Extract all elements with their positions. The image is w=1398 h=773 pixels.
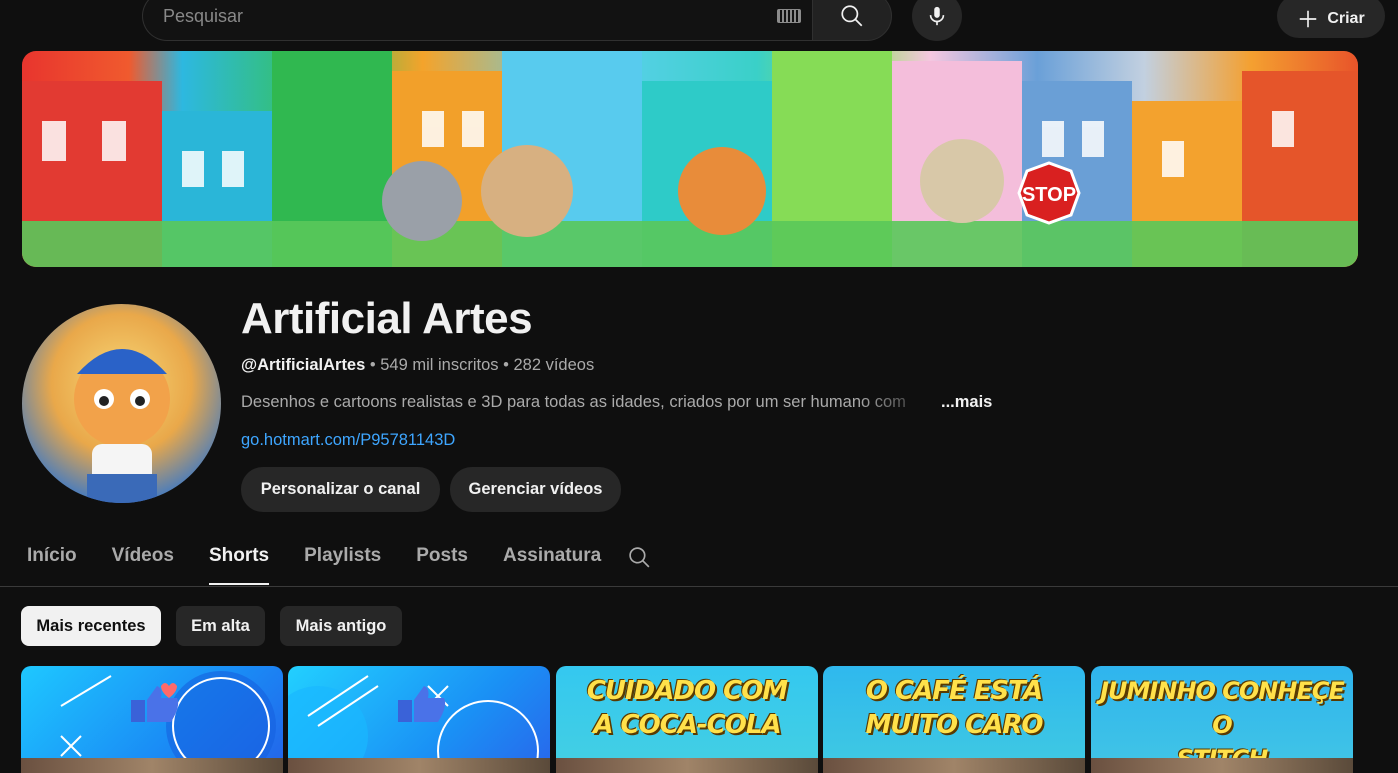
channel-name: Artificial Artes [241,294,533,343]
tab-inicio[interactable]: Início [27,545,77,585]
create-label: Criar [1327,10,1365,27]
thumbnail-image-strip [288,758,550,773]
channel-page: Pesquisar Criar STOP Artificial Artes @A… [0,0,1398,773]
subscriber-count: • 549 mil inscritos [365,356,499,374]
chip-em-alta[interactable]: Em alta [176,606,265,646]
chip-mais-recentes[interactable]: Mais recentes [21,606,161,646]
short-title: O CAFÉ ESTÁ MUITO CARO [865,676,1044,740]
avatar-illustration [74,349,170,503]
like-graphic [60,671,276,773]
channel-external-link[interactable]: go.hotmart.com/P95781143D [241,431,455,450]
chip-mais-antigo[interactable]: Mais antigo [280,606,402,646]
description-text: Desenhos e cartoons realistas e 3D para … [241,393,906,411]
thumbnail-image-strip [556,758,818,773]
tab-assinatura[interactable]: Assinatura [503,545,601,585]
create-button[interactable]: Criar [1277,0,1385,38]
channel-tabs: Início Vídeos Shorts Playlists Posts Ass… [27,545,636,585]
svg-text:STOP: STOP [1022,184,1076,206]
tab-posts[interactable]: Posts [416,545,468,585]
like-graphic [288,675,539,773]
tab-playlists[interactable]: Playlists [304,545,381,585]
tab-shorts[interactable]: Shorts [208,545,270,585]
channel-meta: @ArtificialArtes • 549 mil inscritos • 2… [241,356,594,375]
mic-icon [929,6,945,26]
video-count: • 282 vídeos [498,356,595,374]
search-icon [629,547,650,568]
search-button[interactable] [812,0,892,41]
personalize-channel-button[interactable]: Personalizar o canal [241,467,440,512]
banner-illustration: STOP [22,51,1358,267]
thumbnail-image-strip [1091,758,1353,773]
short-thumbnail[interactable] [288,666,550,773]
short-title: CUIDADO COM A COCA-COLA [586,676,788,740]
tabs-divider [0,586,1398,587]
short-thumbnail[interactable]: O CAFÉ ESTÁ MUITO CARO [823,666,1085,773]
channel-handle: @ArtificialArtes [241,356,366,374]
short-thumbnail[interactable]: CUIDADO COM A COCA-COLA [556,666,818,773]
short-thumbnail[interactable] [21,666,283,773]
keyboard-icon[interactable] [777,9,801,23]
search-input[interactable]: Pesquisar [142,0,813,41]
manage-videos-button[interactable]: Gerenciar vídeos [450,467,621,512]
plus-icon [1300,10,1317,28]
more-link[interactable]: ...mais [941,393,992,411]
search-placeholder: Pesquisar [163,6,244,26]
tab-videos[interactable]: Vídeos [112,545,174,585]
channel-search-button[interactable] [627,545,652,575]
search-icon [841,5,863,27]
voice-search-button[interactable] [912,0,962,41]
channel-description[interactable]: Desenhos e cartoons realistas e 3D para … [241,393,1001,412]
thumbnail-image-strip [21,758,283,773]
channel-avatar[interactable] [22,304,221,503]
channel-banner: STOP [22,51,1358,267]
short-thumbnail[interactable]: JUMINHO CONHEÇE O STITCH [1091,666,1353,773]
thumbnail-image-strip [823,758,1085,773]
